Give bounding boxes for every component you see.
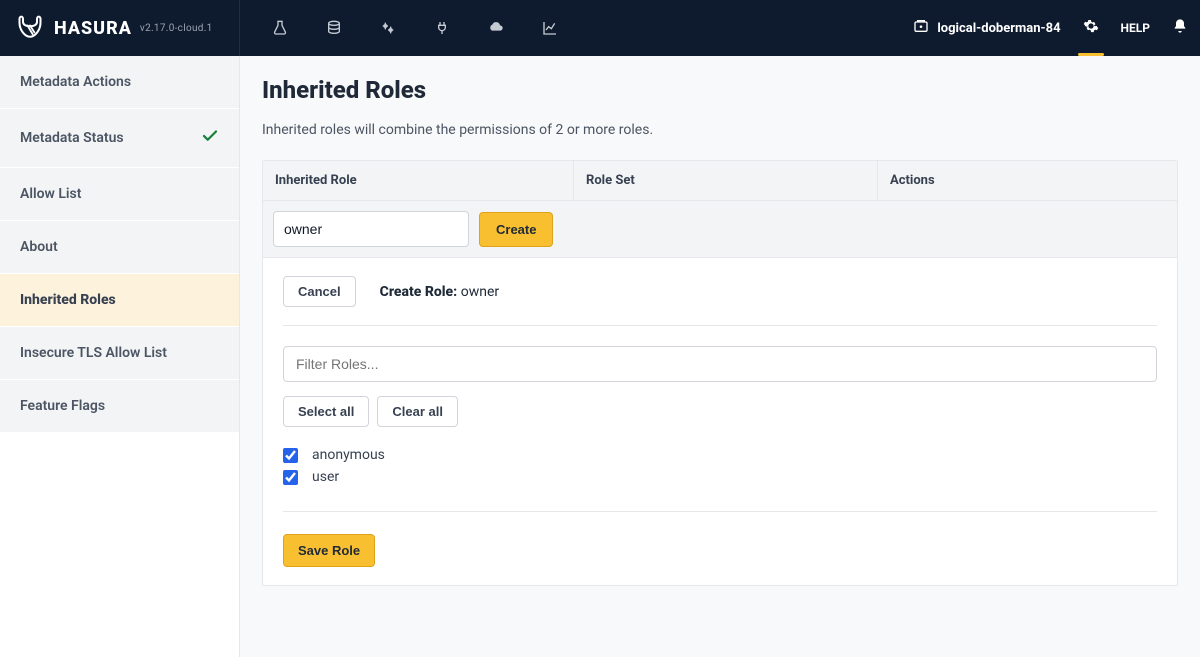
hasura-logo-icon: [16, 14, 44, 42]
create-role-prefix: Create Role:: [380, 284, 458, 300]
create-role-value: owner: [461, 284, 499, 300]
project-name: logical-doberman-84: [937, 21, 1060, 36]
sidebar-item-label: Metadata Actions: [20, 74, 131, 90]
sidebar-item-feature-flags[interactable]: Feature Flags: [0, 380, 239, 433]
column-inherited-role: Inherited Role: [263, 161, 573, 200]
column-role-set: Role Set: [573, 161, 877, 200]
column-actions: Actions: [877, 161, 1177, 200]
cloud-icon[interactable]: [486, 18, 506, 38]
flask-icon[interactable]: [270, 18, 290, 38]
new-role-input[interactable]: [273, 211, 469, 247]
gears-icon[interactable]: [378, 18, 398, 38]
chart-icon[interactable]: [540, 18, 560, 38]
brand-name: HASURA: [54, 18, 132, 39]
select-all-button[interactable]: Select all: [283, 396, 369, 427]
role-checkbox-anonymous[interactable]: [283, 448, 298, 463]
role-row: user: [283, 469, 1157, 485]
filter-roles-input[interactable]: [283, 346, 1157, 382]
save-row: Save Role: [283, 534, 1157, 567]
check-icon: [201, 127, 219, 149]
project-icon: [913, 18, 929, 38]
cancel-button[interactable]: Cancel: [283, 276, 356, 307]
sidebar-item-label: Feature Flags: [20, 398, 105, 414]
role-name: anonymous: [312, 447, 385, 463]
layout: Metadata Actions Metadata Status Allow L…: [0, 56, 1200, 657]
sidebar-item-label: Insecure TLS Allow List: [20, 345, 167, 361]
version-label: v2.17.0-cloud.1: [140, 23, 213, 34]
bulk-select-row: Select all Clear all: [283, 396, 1157, 427]
plug-icon[interactable]: [432, 18, 452, 38]
main-content: Inherited Roles Inherited roles will com…: [240, 56, 1200, 657]
create-button[interactable]: Create: [479, 212, 553, 247]
clear-all-button[interactable]: Clear all: [377, 396, 458, 427]
new-role-row: Create: [263, 201, 1177, 258]
settings-nav[interactable]: [1083, 18, 1099, 38]
sidebar-item-label: Metadata Status: [20, 130, 124, 146]
sidebar-item-label: Allow List: [20, 186, 81, 202]
sidebar-item-label: About: [20, 239, 58, 255]
page-subtitle: Inherited roles will combine the permiss…: [262, 122, 1178, 138]
bell-icon[interactable]: [1172, 18, 1188, 38]
role-checkbox-user[interactable]: [283, 470, 298, 485]
header-right: logical-doberman-84 HELP: [913, 18, 1188, 38]
sidebar-item-allow-list[interactable]: Allow List: [0, 168, 239, 221]
sidebar-item-metadata-status[interactable]: Metadata Status: [0, 109, 239, 168]
panel-header: Cancel Create Role: owner: [283, 276, 1157, 326]
active-tab-indicator: [1078, 53, 1104, 56]
app-header: HASURA v2.17.0-cloud.1: [0, 0, 1200, 56]
roles-list: anonymous user: [283, 447, 1157, 512]
gear-icon: [1083, 18, 1099, 38]
create-role-label: Create Role: owner: [380, 284, 499, 300]
table-header: Inherited Role Role Set Actions: [263, 161, 1177, 201]
sidebar-item-metadata-actions[interactable]: Metadata Actions: [0, 56, 239, 109]
database-icon[interactable]: [324, 18, 344, 38]
save-role-button[interactable]: Save Role: [283, 534, 375, 567]
project-chip[interactable]: logical-doberman-84: [913, 18, 1060, 38]
role-row: anonymous: [283, 447, 1157, 463]
sidebar-item-about[interactable]: About: [0, 221, 239, 274]
role-name: user: [312, 469, 339, 485]
sidebar-item-insecure-tls[interactable]: Insecure TLS Allow List: [0, 327, 239, 380]
create-role-panel: Cancel Create Role: owner Select all Cle…: [263, 258, 1177, 585]
help-link[interactable]: HELP: [1121, 21, 1150, 35]
sidebar: Metadata Actions Metadata Status Allow L…: [0, 56, 240, 657]
page-title: Inherited Roles: [262, 76, 1178, 104]
roles-table: Inherited Role Role Set Actions Create C…: [262, 160, 1178, 586]
top-nav: [240, 18, 560, 38]
brand-area: HASURA v2.17.0-cloud.1: [12, 0, 240, 56]
sidebar-item-inherited-roles[interactable]: Inherited Roles: [0, 274, 239, 327]
sidebar-item-label: Inherited Roles: [20, 292, 116, 308]
